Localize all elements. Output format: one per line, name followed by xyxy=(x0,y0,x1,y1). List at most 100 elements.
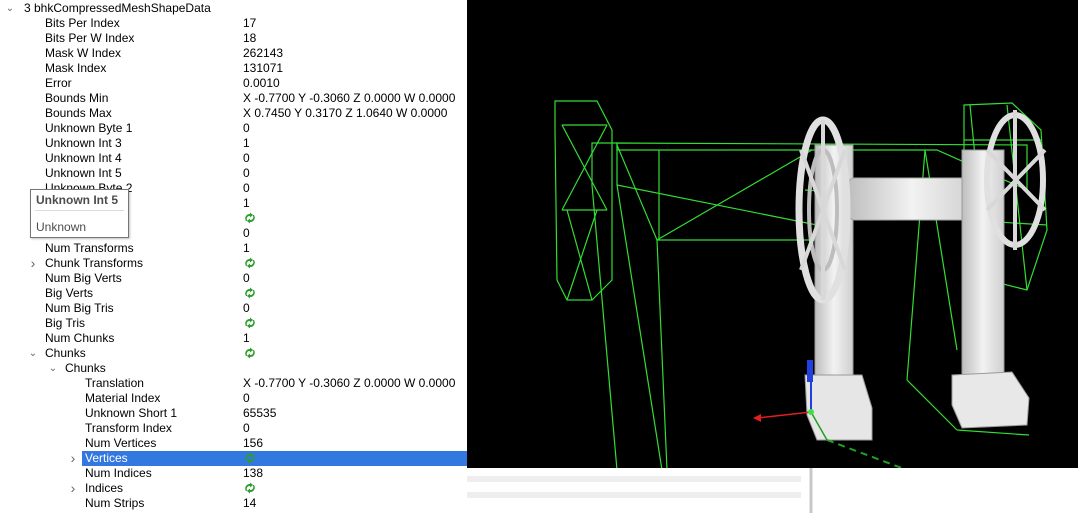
field-name: Mask Index xyxy=(45,61,107,75)
tree-row[interactable]: Bounds Max X 0.7450 Y 0.3170 Z 1.0640 W 0… xyxy=(0,106,467,121)
field-value[interactable] xyxy=(243,211,257,226)
field-value[interactable]: 1 xyxy=(243,241,250,256)
field-value[interactable]: 14 xyxy=(243,496,256,511)
field-value[interactable]: 1 xyxy=(243,196,250,211)
field-value[interactable] xyxy=(243,316,257,331)
field-name: Num Big Verts xyxy=(45,271,122,285)
field-value[interactable] xyxy=(243,451,257,466)
tree-row[interactable]: Unknown Int 3 1 xyxy=(0,136,467,151)
tree-row[interactable]: Bits Per W Index 18 xyxy=(0,31,467,46)
chevron-down-icon[interactable]: ⌄ xyxy=(4,1,16,16)
field-value[interactable]: 0 xyxy=(243,121,250,136)
tooltip-description: Unknown xyxy=(36,220,87,234)
field-name: Num Strips xyxy=(85,496,145,510)
chevron-right-icon[interactable]: › xyxy=(27,256,39,271)
field-value[interactable] xyxy=(243,256,257,271)
field-value[interactable]: 0 xyxy=(243,391,250,406)
tree-row[interactable]: Unknown Int 4 0 xyxy=(0,151,467,166)
tree-row[interactable]: Num Big Tris 0 xyxy=(0,301,467,316)
field-name: Big Verts xyxy=(45,286,94,300)
field-value[interactable]: 0 xyxy=(243,271,250,286)
field-name: Num Indices xyxy=(85,466,152,480)
field-value[interactable]: 1 xyxy=(243,331,250,346)
tree-row[interactable]: Error 0.0010 xyxy=(0,76,467,91)
field-value[interactable]: X -0.7700 Y -0.3060 Z 0.0000 W 0.0000 xyxy=(243,91,455,106)
tree-row[interactable]: Mask W Index 262143 xyxy=(0,46,467,61)
block-details-tree[interactable]: ⌄ 3 bhkCompressedMeshShapeData Bits Per … xyxy=(0,0,468,513)
field-name: Mask W Index xyxy=(45,46,122,60)
field-value[interactable]: 156 xyxy=(243,436,263,451)
tree-row[interactable]: Num Indices 138 xyxy=(0,466,467,481)
tree-root-row[interactable]: ⌄ 3 bhkCompressedMeshShapeData xyxy=(0,1,467,16)
tree-row[interactable]: Material Index 0 xyxy=(0,391,467,406)
tree-row[interactable]: Num Transforms 1 xyxy=(0,241,467,256)
field-value[interactable]: 138 xyxy=(243,466,263,481)
tree-row[interactable]: › Chunk Transforms xyxy=(0,256,467,271)
tree-row[interactable]: Transform Index 0 xyxy=(0,421,467,436)
tree-row[interactable]: ⌄ Chunks xyxy=(0,346,467,361)
tree-row[interactable]: Bits Per Index 17 xyxy=(0,16,467,31)
chevron-down-icon[interactable]: ⌄ xyxy=(27,346,39,361)
field-value[interactable]: 0 xyxy=(243,151,250,166)
tree-row[interactable]: ⌄ Chunks xyxy=(0,361,467,376)
tree-row[interactable]: Bounds Min X -0.7700 Y -0.3060 Z 0.0000 W… xyxy=(0,91,467,106)
tree-row[interactable]: Unknown Byte 1 0 xyxy=(0,121,467,136)
tree-row[interactable]: Big Tris xyxy=(0,316,467,331)
field-value[interactable]: 0 xyxy=(243,301,250,316)
field-name: Translation xyxy=(85,376,144,390)
field-value[interactable]: 1 xyxy=(243,136,250,151)
field-name: Bits Per Index xyxy=(45,16,120,30)
recycle-icon xyxy=(245,482,255,494)
tooltip-title: Unknown Int 5 xyxy=(36,193,118,207)
tree-row[interactable]: › Vertices xyxy=(71,451,467,466)
winch-model xyxy=(795,110,1047,441)
field-value[interactable] xyxy=(243,481,257,496)
field-name: Bits Per W Index xyxy=(45,31,135,45)
field-name: Unknown Byte 1 xyxy=(45,121,133,135)
field-name: Big Tris xyxy=(45,316,86,330)
field-name: Num Chunks xyxy=(45,331,115,345)
field-name: Bounds Min xyxy=(45,91,109,105)
scene-render xyxy=(554,100,1048,468)
recycle-icon xyxy=(245,287,255,299)
field-value[interactable]: 0 xyxy=(243,226,250,241)
field-value[interactable]: X 0.7450 Y 0.3170 Z 1.0640 W 0.0000 xyxy=(243,106,447,121)
field-value[interactable]: 0 xyxy=(243,166,250,181)
field-name: Unknown Short 1 xyxy=(85,406,178,420)
tooltip-divider xyxy=(35,210,124,211)
tree-row[interactable]: Unknown Short 1 65535 xyxy=(0,406,467,421)
tree-root-label: 3 bhkCompressedMeshShapeData xyxy=(24,1,211,15)
chevron-down-icon[interactable]: ⌄ xyxy=(47,361,59,376)
tree-row[interactable]: Num Strips 14 xyxy=(0,496,467,511)
field-value[interactable] xyxy=(243,286,257,301)
tree-row[interactable]: Unknown Int 5 0 xyxy=(0,166,467,181)
tree-row[interactable]: › Indices xyxy=(0,481,467,496)
field-value[interactable]: X -0.7700 Y -0.3060 Z 0.0000 W 0.0000 xyxy=(243,376,455,391)
chevron-right-icon[interactable]: › xyxy=(67,481,79,496)
field-name: Indices xyxy=(85,481,124,495)
field-value[interactable]: 131071 xyxy=(243,61,283,76)
recycle-icon xyxy=(245,317,255,329)
field-value[interactable]: 65535 xyxy=(243,406,276,421)
field-name: Vertices xyxy=(85,451,128,465)
tree-row[interactable]: Translation X -0.7700 Y -0.3060 Z 0.0000 … xyxy=(0,376,467,391)
field-value[interactable]: 262143 xyxy=(243,46,283,61)
field-name: Bounds Max xyxy=(45,106,112,120)
field-value[interactable]: 0.0010 xyxy=(243,76,280,91)
recycle-icon xyxy=(245,257,255,269)
viewport-lower-area xyxy=(467,468,1078,513)
tree-row[interactable]: Mask Index 131071 xyxy=(0,61,467,76)
field-value[interactable]: 18 xyxy=(243,31,256,46)
field-name: Chunk Transforms xyxy=(45,256,144,270)
render-viewport[interactable] xyxy=(467,0,1078,468)
field-value[interactable]: 0 xyxy=(243,181,250,196)
field-tooltip: Unknown Int 5 Unknown xyxy=(30,189,129,238)
field-value[interactable] xyxy=(243,346,257,361)
tree-row[interactable]: Big Verts xyxy=(0,286,467,301)
field-value[interactable]: 17 xyxy=(243,16,256,31)
field-value[interactable]: 0 xyxy=(243,421,250,436)
tree-row[interactable]: Num Big Verts 0 xyxy=(0,271,467,286)
tree-row[interactable]: Num Chunks 1 xyxy=(0,331,467,346)
tree-row[interactable]: Num Vertices 156 xyxy=(0,436,467,451)
chevron-right-icon[interactable]: › xyxy=(67,451,79,466)
